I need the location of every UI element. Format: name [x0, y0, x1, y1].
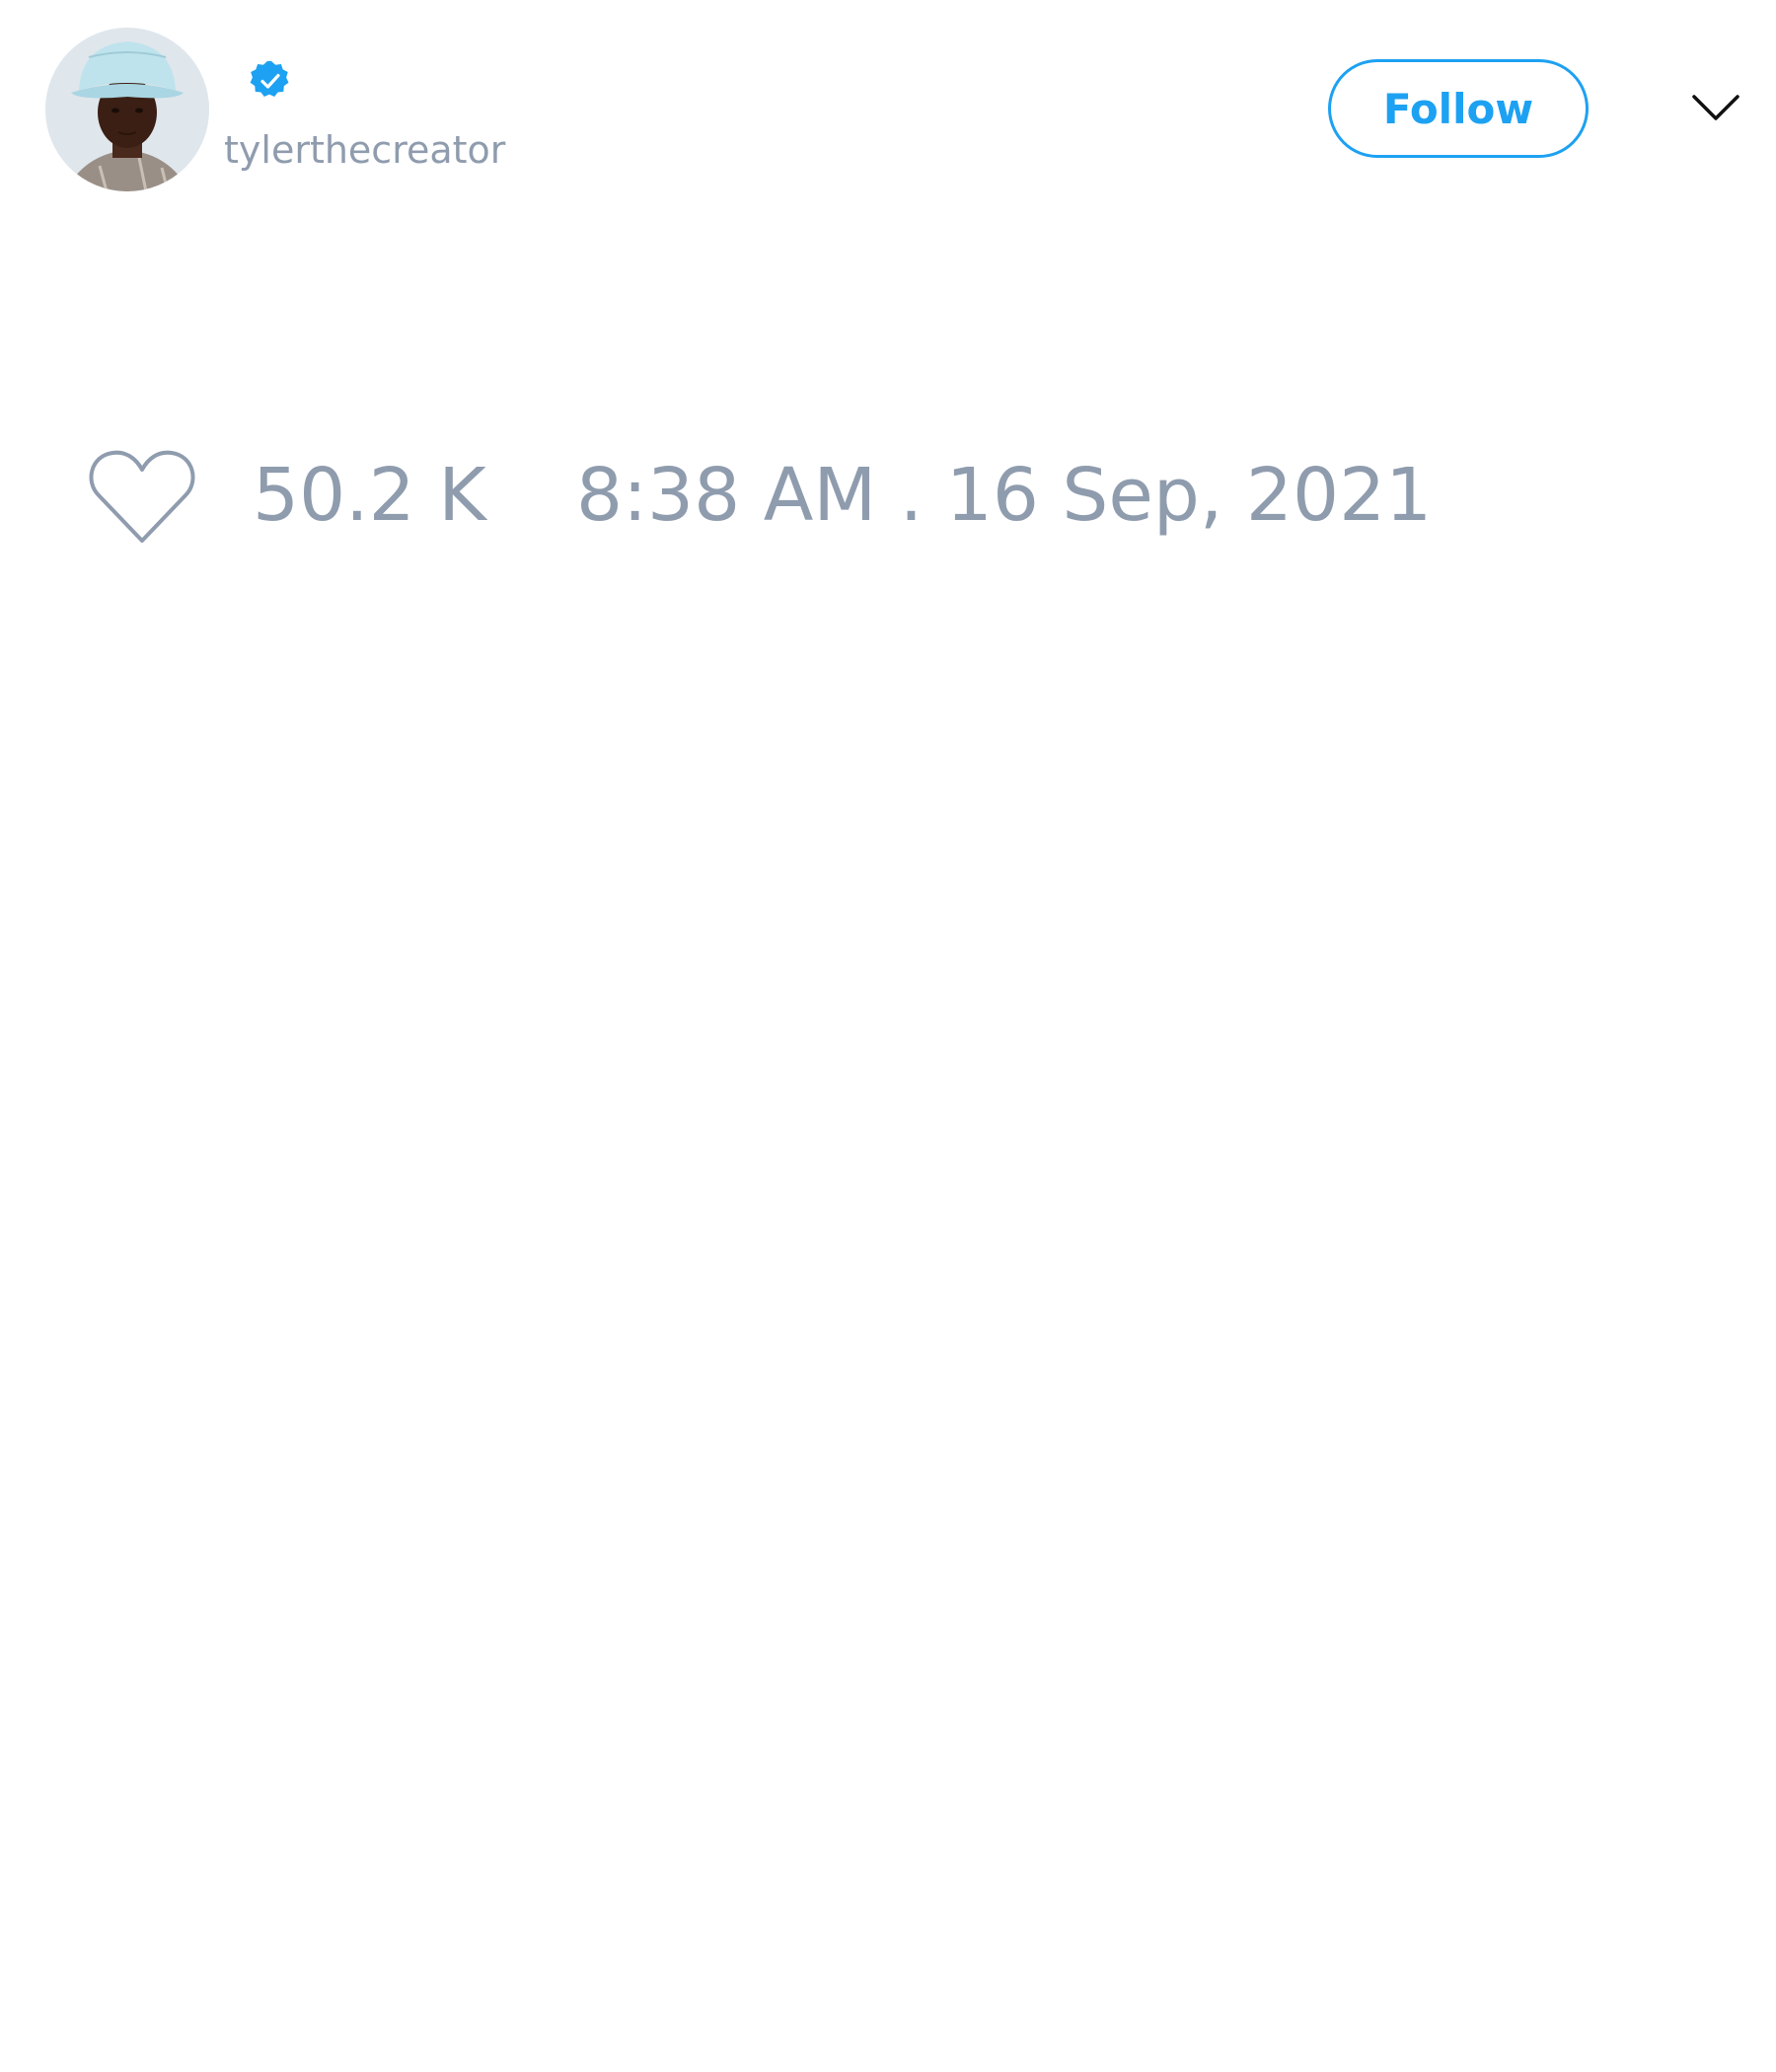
- profile-photo: [45, 28, 209, 191]
- heart-icon[interactable]: [87, 446, 197, 545]
- author-handle[interactable]: tylerthecreator: [224, 126, 505, 174]
- tweet-timestamp[interactable]: 8:38 AM . 16 Sep, 2021: [576, 451, 1432, 540]
- tweet-card: tylerthecreator Follow 50.2 K 8:38 AM . …: [0, 0, 1776, 2072]
- avatar[interactable]: [45, 28, 209, 191]
- follow-button[interactable]: Follow: [1328, 59, 1589, 158]
- like-count: 50.2 K: [253, 453, 486, 538]
- chevron-down-icon[interactable]: [1691, 89, 1740, 128]
- verified-badge-icon: [250, 60, 289, 97]
